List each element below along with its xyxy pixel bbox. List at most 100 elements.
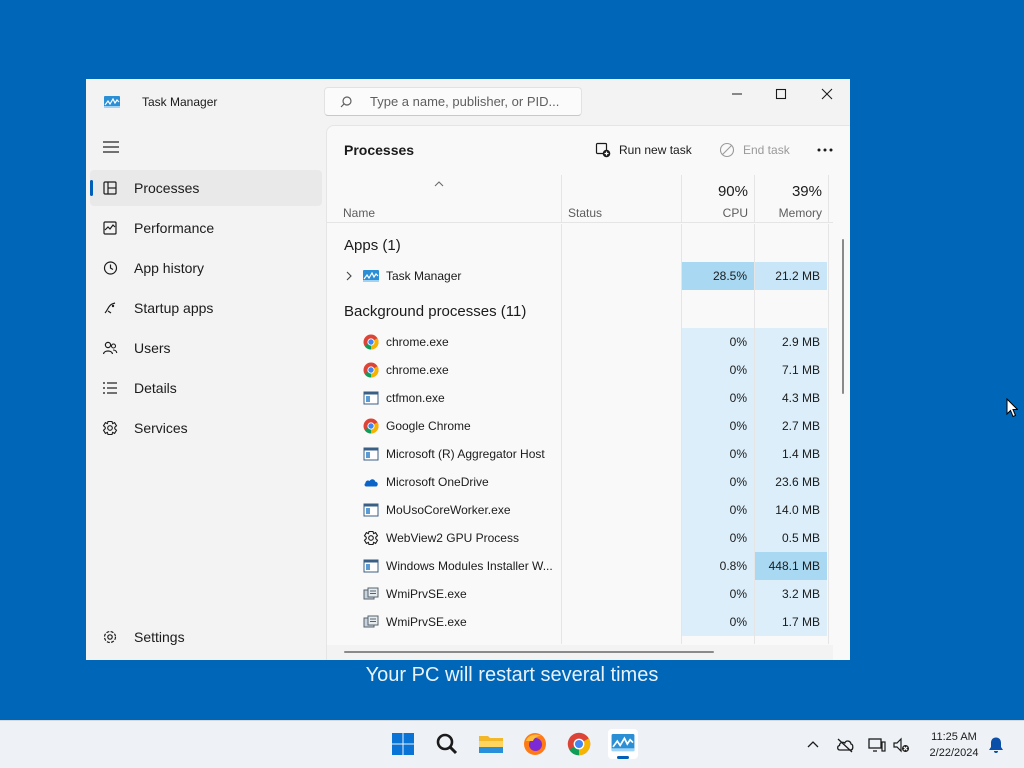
task-manager-button[interactable] <box>608 729 638 759</box>
clock-date: 2/22/2024 <box>929 747 979 759</box>
column-header-row: Name Status 90% CPU 39% Memory <box>327 175 833 223</box>
column-memory[interactable]: Memory <box>755 206 822 220</box>
cpu-value: 0% <box>682 384 754 412</box>
volume-muted-icon[interactable] <box>891 735 911 755</box>
restart-message: Your PC will restart several times <box>365 664 659 686</box>
cpu-value: 0% <box>682 328 754 356</box>
memory-value: 7.1 MB <box>755 356 827 384</box>
sidebar-item-services[interactable]: Services <box>90 410 322 446</box>
notification-bell-icon[interactable] <box>986 735 1006 755</box>
start-button[interactable] <box>388 729 418 759</box>
sidebar-item-users[interactable]: Users <box>90 330 322 366</box>
onedrive-offline-icon[interactable] <box>835 735 855 755</box>
active-indicator <box>90 180 93 196</box>
search-placeholder: Type a name, publisher, or PID... <box>370 94 560 109</box>
column-cpu[interactable]: CPU <box>682 206 748 220</box>
sidebar-item-app-history[interactable]: App history <box>90 250 322 286</box>
hamburger-menu-icon[interactable] <box>102 139 120 155</box>
process-name: Windows Modules Installer W... <box>386 559 553 573</box>
firefox-icon <box>524 733 546 755</box>
sidebar-item-startup-apps[interactable]: Startup apps <box>90 290 322 326</box>
table-row[interactable]: chrome.exe 0% 2.9 MB <box>327 328 833 356</box>
search-icon <box>436 733 458 755</box>
cpu-value: 0% <box>682 608 754 636</box>
table-row[interactable]: WmiPrvSE.exe 0% 3.2 MB <box>327 580 833 608</box>
wmi-icon <box>363 615 379 628</box>
table-row[interactable]: ctfmon.exe 0% 4.3 MB <box>327 384 833 412</box>
firefox-button[interactable] <box>520 729 550 759</box>
table-row[interactable]: Microsoft OneDrive 0% 23.6 MB <box>327 468 833 496</box>
minimize-button[interactable] <box>714 79 760 109</box>
chrome-button[interactable] <box>564 729 594 759</box>
process-name: Task Manager <box>386 269 462 283</box>
window-app-icon <box>363 391 379 405</box>
startup-apps-icon <box>104 302 116 314</box>
sidebar-item-settings[interactable]: Settings <box>90 623 322 651</box>
more-options-icon[interactable] <box>815 140 835 160</box>
end-task-label: End task <box>743 143 790 157</box>
group-header-background: Background processes (11) <box>344 303 527 320</box>
sidebar-item-label: Users <box>134 340 171 356</box>
run-new-task-button[interactable]: Run new task <box>595 140 692 160</box>
column-status[interactable]: Status <box>568 206 602 220</box>
taskbar-clock[interactable]: 11:25 AM 2/22/2024 <box>918 729 990 761</box>
horizontal-scrollbar[interactable] <box>344 651 714 653</box>
page-title: Processes <box>344 142 415 158</box>
window-app-icon <box>363 559 379 573</box>
column-divider[interactable] <box>561 175 562 223</box>
network-icon[interactable] <box>867 735 887 755</box>
table-row[interactable]: MoUsoCoreWorker.exe 0% 14.0 MB <box>327 496 833 524</box>
process-name: chrome.exe <box>386 363 449 377</box>
cpu-value: 0% <box>682 468 754 496</box>
sidebar-item-label: Performance <box>134 220 215 236</box>
chevron-right-icon[interactable] <box>345 271 353 281</box>
search-button[interactable] <box>432 729 462 759</box>
sidebar-item-label: Startup apps <box>134 300 214 316</box>
cpu-total-percent: 90% <box>717 183 748 200</box>
end-task-button[interactable]: End task <box>719 140 790 160</box>
title-bar[interactable]: Task Manager Type a name, publisher, or … <box>86 79 850 125</box>
memory-total-percent: 39% <box>791 183 822 200</box>
settings-gear-icon <box>103 630 117 644</box>
run-new-task-label: Run new task <box>619 143 692 157</box>
window-app-icon <box>363 447 379 461</box>
search-input[interactable]: Type a name, publisher, or PID... <box>324 87 582 116</box>
memory-value: 3.2 MB <box>755 580 827 608</box>
process-name: WmiPrvSE.exe <box>386 615 467 629</box>
memory-value: 0.5 MB <box>755 524 827 552</box>
table-row[interactable]: WmiPrvSE.exe 0% 1.7 MB <box>327 608 833 636</box>
close-button[interactable] <box>804 79 850 109</box>
file-explorer-icon <box>479 736 503 753</box>
process-name: WebView2 GPU Process <box>386 531 519 545</box>
table-row[interactable]: WebView2 GPU Process 0% 0.5 MB <box>327 524 833 552</box>
sidebar-item-performance[interactable]: Performance <box>90 210 322 246</box>
table-row[interactable]: Task Manager 28.5% 21.2 MB <box>327 262 833 290</box>
memory-value: 4.3 MB <box>755 384 827 412</box>
column-name[interactable]: Name <box>343 206 375 220</box>
group-header-apps: Apps (1) <box>344 237 401 254</box>
services-icon <box>102 420 118 436</box>
table-row[interactable]: Microsoft (R) Aggregator Host 0% 1.4 MB <box>327 440 833 468</box>
file-explorer-button[interactable] <box>476 729 506 759</box>
end-task-icon <box>719 142 735 158</box>
process-name: Google Chrome <box>386 419 471 433</box>
column-divider[interactable] <box>828 175 829 223</box>
maximize-button[interactable] <box>758 79 804 109</box>
cpu-value: 28.5% <box>682 262 754 290</box>
sidebar-item-processes[interactable]: Processes <box>90 170 322 206</box>
chrome-icon <box>363 418 379 434</box>
table-row[interactable]: Google Chrome 0% 2.7 MB <box>327 412 833 440</box>
clock-time: 11:25 AM <box>931 731 977 743</box>
task-manager-icon <box>611 734 635 752</box>
performance-icon <box>103 221 117 235</box>
vertical-scrollbar[interactable] <box>842 239 844 394</box>
table-row[interactable]: Windows Modules Installer W... 0.8% 448.… <box>327 552 833 580</box>
sidebar-item-label: Services <box>134 420 188 436</box>
minimize-icon <box>732 93 742 95</box>
process-name: chrome.exe <box>386 335 449 349</box>
table-row[interactable]: chrome.exe 0% 7.1 MB <box>327 356 833 384</box>
memory-value: 1.4 MB <box>755 440 827 468</box>
sidebar-item-details[interactable]: Details <box>90 370 322 406</box>
show-hidden-icons-chevron-up-icon[interactable] <box>803 735 823 755</box>
processes-panel: Processes Run new task End task Name Sta… <box>326 125 850 660</box>
